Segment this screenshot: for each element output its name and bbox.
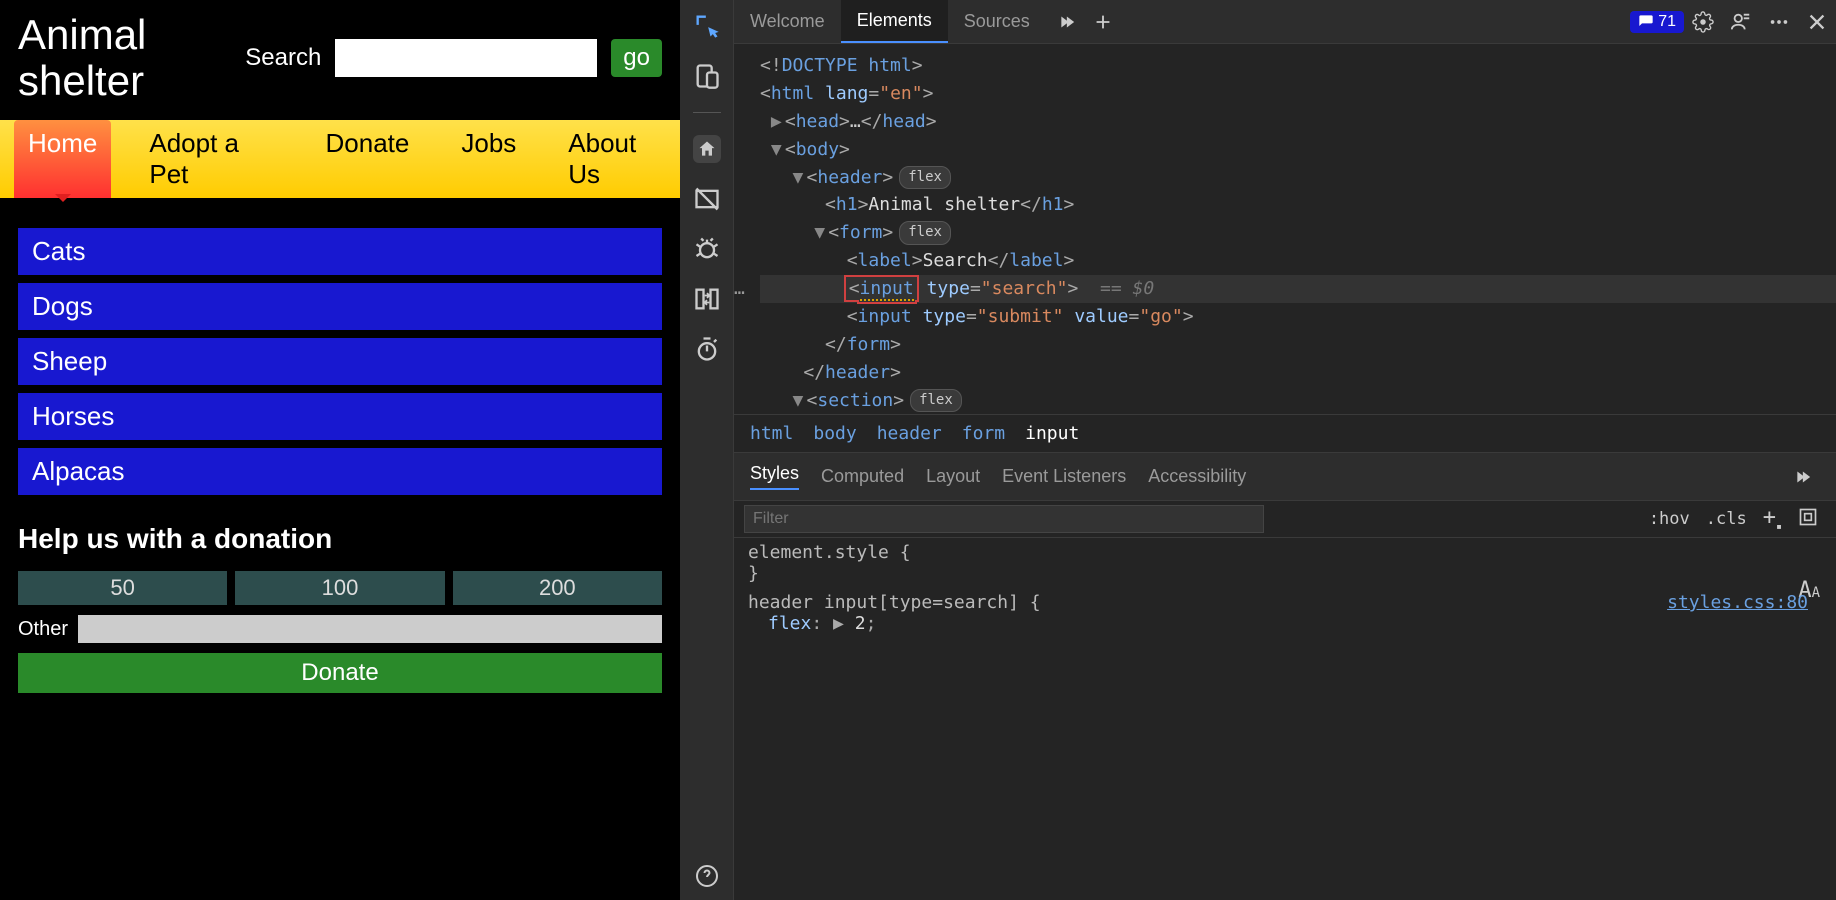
hov-button[interactable]: :hov xyxy=(1649,509,1690,529)
content: Cats Dogs Sheep Horses Alpacas xyxy=(0,198,680,505)
home-icon[interactable] xyxy=(693,135,721,163)
donation-section: Help us with a donation 50 100 200 Other… xyxy=(0,505,680,711)
tile-dogs[interactable]: Dogs xyxy=(18,283,662,330)
page-header: Animal shelter Search go xyxy=(0,0,680,120)
donation-heading: Help us with a donation xyxy=(18,523,662,555)
stab-layout[interactable]: Layout xyxy=(926,466,980,487)
devtools-main: Welcome Elements Sources 71 <!DOCTYPE ht… xyxy=(734,0,1836,900)
stab-computed[interactable]: Computed xyxy=(821,466,904,487)
bug-icon[interactable] xyxy=(693,235,721,263)
tab-welcome[interactable]: Welcome xyxy=(734,1,841,42)
tile-horses[interactable]: Horses xyxy=(18,393,662,440)
styles-filter-row: :hov .cls +▪ xyxy=(734,500,1836,538)
help-icon[interactable] xyxy=(695,864,719,888)
search-input[interactable] xyxy=(335,39,597,77)
crumb-html[interactable]: html xyxy=(750,423,793,444)
tile-alpacas[interactable]: Alpacas xyxy=(18,448,662,495)
other-label: Other xyxy=(18,618,68,641)
add-tab-icon[interactable] xyxy=(1092,11,1114,33)
styles-filter-input[interactable] xyxy=(744,505,1264,533)
more-styles-tabs-icon[interactable] xyxy=(1790,466,1812,488)
crumb-header[interactable]: header xyxy=(877,423,942,444)
new-rule-icon[interactable]: +▪ xyxy=(1763,505,1782,532)
donation-100[interactable]: 100 xyxy=(235,571,444,605)
swap-icon[interactable] xyxy=(693,285,721,313)
search-label: Search xyxy=(245,44,321,72)
styles-tabs: Styles Computed Layout Event Listeners A… xyxy=(734,452,1836,500)
main-nav: Home Adopt a Pet Donate Jobs About Us xyxy=(0,120,680,198)
more-icon[interactable] xyxy=(1768,11,1790,33)
device-icon[interactable] xyxy=(693,62,721,90)
nav-about[interactable]: About Us xyxy=(554,120,680,198)
styles-pane[interactable]: element.style { } AA styles.css:80 heade… xyxy=(734,538,1836,900)
donate-button[interactable]: Donate xyxy=(18,653,662,693)
settings-icon[interactable] xyxy=(1692,11,1714,33)
dom-tree[interactable]: <!DOCTYPE html> <html lang="en"> ▶<head>… xyxy=(734,44,1836,414)
image-off-icon[interactable] xyxy=(693,185,721,213)
close-icon[interactable] xyxy=(1806,11,1828,33)
cls-button[interactable]: .cls xyxy=(1706,509,1747,529)
page-title: Animal shelter xyxy=(18,12,245,104)
issues-count: 71 xyxy=(1658,13,1676,31)
other-input[interactable] xyxy=(78,615,662,643)
donation-amounts: 50 100 200 xyxy=(18,571,662,605)
tab-elements[interactable]: Elements xyxy=(841,0,948,43)
issues-chip[interactable]: 71 xyxy=(1630,11,1684,33)
nav-donate[interactable]: Donate xyxy=(312,120,424,198)
donation-200[interactable]: 200 xyxy=(453,571,662,605)
donation-50[interactable]: 50 xyxy=(18,571,227,605)
crumb-form[interactable]: form xyxy=(962,423,1005,444)
breadcrumb: html body header form input xyxy=(734,414,1836,452)
donation-other-row: Other xyxy=(18,615,662,643)
tile-list: Cats Dogs Sheep Horses Alpacas xyxy=(18,228,662,495)
stab-accessibility[interactable]: Accessibility xyxy=(1148,466,1246,487)
box-model-icon[interactable] xyxy=(1798,507,1818,532)
stab-styles[interactable]: Styles xyxy=(750,463,799,490)
crumb-input[interactable]: input xyxy=(1025,423,1079,444)
nav-home[interactable]: Home xyxy=(14,120,111,198)
tab-sources[interactable]: Sources xyxy=(948,1,1046,42)
tile-sheep[interactable]: Sheep xyxy=(18,338,662,385)
timer-icon[interactable] xyxy=(693,335,721,363)
separator xyxy=(693,112,721,113)
nav-jobs[interactable]: Jobs xyxy=(447,120,530,198)
feedback-icon[interactable] xyxy=(1730,11,1752,33)
devtools: Welcome Elements Sources 71 <!DOCTYPE ht… xyxy=(680,0,1836,900)
tile-cats[interactable]: Cats xyxy=(18,228,662,275)
selected-node[interactable]: … <input type="search"> == $0 xyxy=(760,275,1836,303)
go-button[interactable]: go xyxy=(611,39,662,77)
tool-strip xyxy=(680,0,734,900)
source-link[interactable]: styles.css:80 xyxy=(1667,592,1808,613)
stab-listeners[interactable]: Event Listeners xyxy=(1002,466,1126,487)
more-tabs-icon[interactable] xyxy=(1054,11,1076,33)
crumb-body[interactable]: body xyxy=(813,423,856,444)
inspect-icon[interactable] xyxy=(693,12,721,40)
nav-adopt[interactable]: Adopt a Pet xyxy=(135,120,287,198)
devtools-tabs: Welcome Elements Sources 71 xyxy=(734,0,1836,44)
rendered-page: Animal shelter Search go Home Adopt a Pe… xyxy=(0,0,680,900)
